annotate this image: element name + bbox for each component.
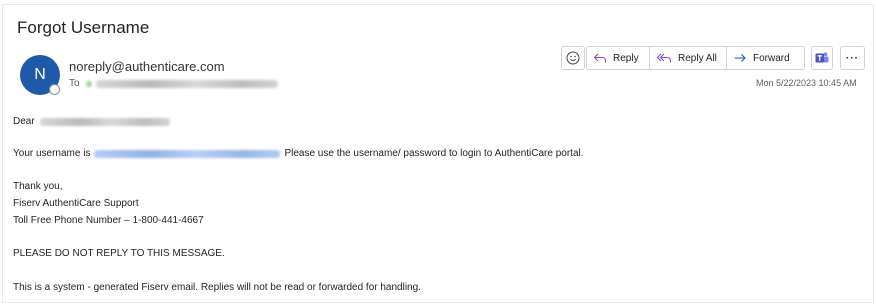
- username-suffix: Please use the username/ password to log…: [284, 148, 584, 159]
- reply-all-button[interactable]: Reply All: [649, 47, 726, 69]
- phone-line: Toll Free Phone Number – 1-800-441-4667: [13, 215, 204, 226]
- recipients-row: To: [69, 78, 278, 89]
- do-not-reply-notice: PLEASE DO NOT REPLY TO THIS MESSAGE.: [13, 248, 225, 259]
- to-label: To: [69, 78, 80, 89]
- reply-label: Reply: [613, 52, 639, 64]
- smiley-icon: [566, 51, 580, 65]
- more-actions-button[interactable]: ···: [840, 46, 865, 70]
- reply-actions-group: Reply Reply All Forward: [586, 46, 805, 70]
- reply-all-icon: [656, 53, 672, 63]
- greeting-text: Dear: [13, 116, 35, 127]
- presence-status-icon: [49, 84, 60, 95]
- teams-button[interactable]: [811, 46, 833, 70]
- username-prefix: Your username is: [13, 148, 91, 159]
- email-subject: Forgot Username: [17, 18, 150, 37]
- forward-button[interactable]: Forward: [726, 47, 804, 69]
- teams-icon: [815, 52, 829, 63]
- support-name: Fiserv AuthentiCare Support: [13, 198, 139, 209]
- username-line: Your username is Please use the username…: [13, 148, 584, 159]
- more-icon: ···: [846, 52, 859, 64]
- forward-label: Forward: [753, 52, 790, 64]
- recipient-redacted[interactable]: [95, 79, 278, 88]
- system-note: This is a system - generated Fiserv emai…: [13, 282, 421, 293]
- thanks-line: Thank you,: [13, 181, 63, 192]
- reply-button[interactable]: Reply: [587, 47, 649, 69]
- recipient-status-icon: [85, 80, 92, 87]
- sent-date: Mon 5/22/2023 10:45 AM: [756, 78, 857, 88]
- reaction-button[interactable]: [561, 46, 585, 70]
- reply-icon: [593, 53, 607, 63]
- forward-arrow-icon: [734, 54, 746, 62]
- recipient-name-redacted: [39, 117, 170, 126]
- avatar-initial: N: [34, 66, 46, 83]
- greeting-line: Dear: [13, 116, 170, 127]
- reply-all-label: Reply All: [678, 52, 717, 64]
- username-link-redacted[interactable]: [94, 149, 281, 158]
- sender-address[interactable]: noreply@authenticare.com: [69, 59, 225, 74]
